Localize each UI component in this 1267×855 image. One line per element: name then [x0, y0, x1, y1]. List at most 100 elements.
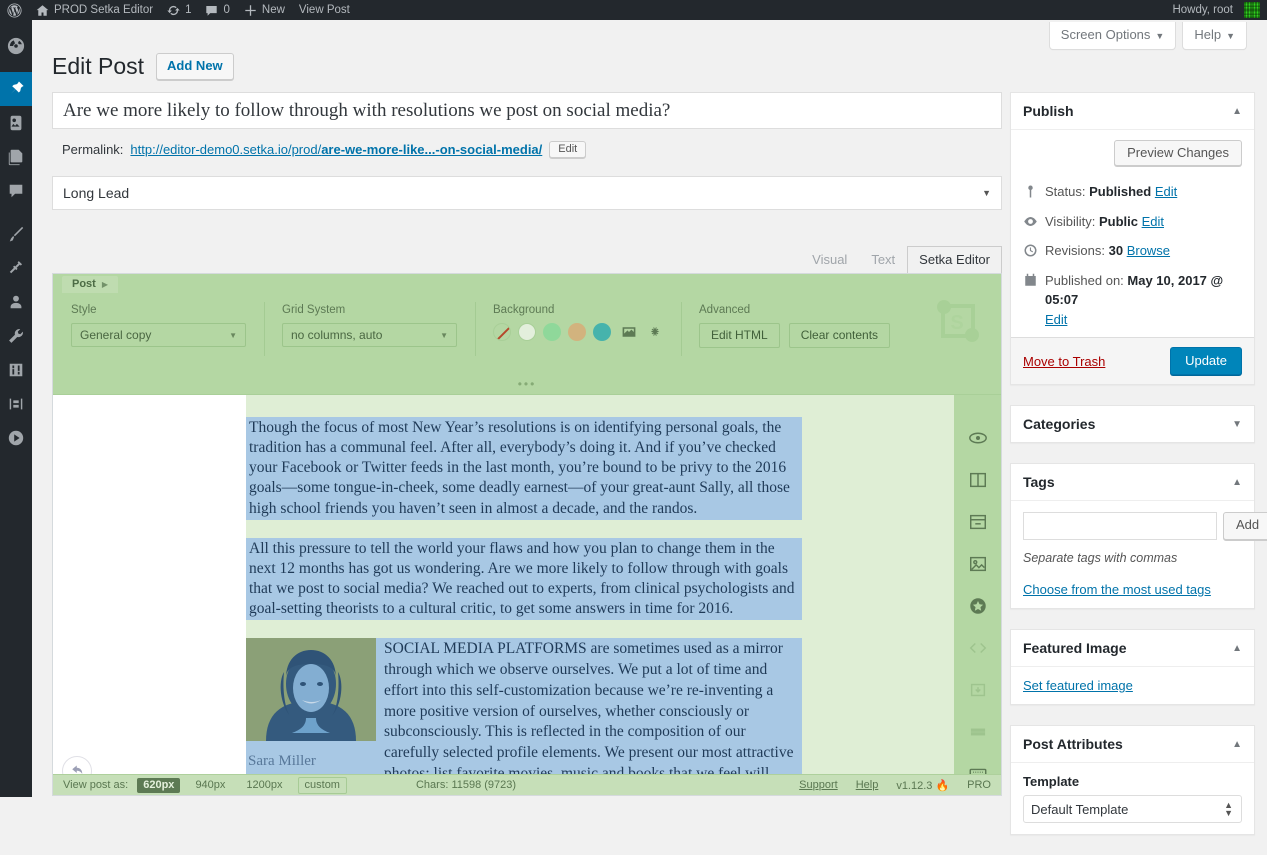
tags-box-header[interactable]: Tags ▲: [1011, 464, 1254, 501]
setka-toolbar: Post ▶ Style General copy ▼ Grid System …: [53, 274, 1001, 395]
sidebar-item-appearance[interactable]: [0, 217, 32, 251]
sidebar-item-settings[interactable]: [0, 353, 32, 387]
download-icon[interactable]: [967, 679, 989, 701]
card-icon[interactable]: [967, 511, 989, 533]
publish-box-header[interactable]: Publish ▲: [1011, 93, 1254, 130]
paragraph-2[interactable]: All this pressure to tell the world your…: [246, 537, 802, 621]
figure-and-text-block[interactable]: Sara Miller SOCIAL MEDIA PLATFORMS are s…: [246, 638, 802, 795]
post-attributes-box-header[interactable]: Post Attributes ▲: [1011, 726, 1254, 763]
toolbar-drag-handle[interactable]: •••: [518, 377, 537, 391]
post-content[interactable]: Though the focus of most New Year’s reso…: [246, 395, 802, 795]
setka-background-group: Background: [475, 302, 681, 356]
swatch-teal[interactable]: [593, 323, 611, 341]
sidebar-item-tools[interactable]: [0, 319, 32, 353]
status-bar-right: Support Help v1.12.3 🔥 PRO: [799, 779, 991, 792]
categories-box-header[interactable]: Categories ▼: [1011, 406, 1254, 442]
tab-visual[interactable]: Visual: [800, 246, 859, 275]
chevron-right-icon: ▶: [101, 279, 108, 289]
setka-tab-post[interactable]: Post ▶: [62, 276, 118, 293]
support-link[interactable]: Support: [799, 779, 838, 791]
sidebar-item-comments[interactable]: [0, 174, 32, 208]
setka-style-group: Style General copy ▼: [53, 304, 264, 347]
chevron-up-icon[interactable]: ▲: [1232, 477, 1242, 488]
sidebar-item-plugins[interactable]: [0, 251, 32, 285]
screen-options-button[interactable]: Screen Options ▼: [1048, 22, 1177, 50]
image-icon[interactable]: [967, 553, 989, 575]
sidebar-item-media[interactable]: [0, 106, 32, 140]
sidebar-item-users[interactable]: [0, 285, 32, 319]
chevron-down-icon[interactable]: ▼: [1232, 419, 1242, 430]
star-icon[interactable]: [967, 595, 989, 617]
permalink-edit-button[interactable]: Edit: [549, 140, 587, 158]
tag-input[interactable]: [1023, 512, 1217, 540]
paragraph-1[interactable]: Though the focus of most New Year’s reso…: [246, 417, 802, 520]
view-post-link[interactable]: View Post: [292, 0, 357, 20]
background-settings-icon[interactable]: [647, 324, 663, 340]
code-icon[interactable]: [967, 637, 989, 659]
swatch-green[interactable]: [543, 323, 561, 341]
viewport-custom[interactable]: custom: [297, 776, 347, 794]
tab-text[interactable]: Text: [859, 246, 907, 275]
publish-minor-actions: Preview Changes Status: Published Edit V…: [1011, 130, 1254, 337]
viewport-620[interactable]: 620px: [137, 777, 181, 793]
sidebar-item-dashboard[interactable]: [0, 29, 32, 63]
visibility-edit-link[interactable]: Edit: [1142, 214, 1164, 229]
sidebar-item-posts[interactable]: [0, 72, 40, 106]
status-value: Published: [1089, 184, 1152, 199]
published-on-edit-link[interactable]: Edit: [1045, 312, 1067, 327]
background-image-icon[interactable]: [621, 324, 637, 340]
sidebar-item-setka-editor[interactable]: [0, 387, 32, 421]
swatch-white[interactable]: [518, 323, 536, 341]
help-link[interactable]: Help: [856, 779, 879, 791]
columns-icon[interactable]: [967, 469, 989, 491]
setka-grid-group: Grid System no columns, auto ▼: [264, 302, 475, 356]
set-featured-image-link[interactable]: Set featured image: [1023, 678, 1133, 693]
clock-icon: [1024, 244, 1037, 257]
lead-type-select[interactable]: Long Lead ▼: [52, 176, 1002, 210]
add-tag-button[interactable]: Add: [1223, 512, 1267, 540]
grid-select[interactable]: no columns, auto ▼: [282, 323, 457, 347]
permalink-label: Permalink:: [62, 141, 124, 157]
update-icon: [167, 5, 180, 15]
chevron-up-icon[interactable]: ▲: [1232, 106, 1242, 117]
permalink-slug: are-we-more-like...-on-social-media/: [321, 141, 543, 157]
view-post-as-label: View post as:: [63, 779, 129, 791]
edit-html-button[interactable]: Edit HTML: [699, 323, 780, 348]
wordpress-logo-menu[interactable]: [0, 0, 29, 20]
site-name-menu[interactable]: PROD Setka Editor: [29, 0, 160, 20]
new-content-menu[interactable]: New: [237, 0, 292, 20]
viewport-1200[interactable]: 1200px: [240, 778, 288, 793]
my-account-menu[interactable]: Howdy, root: [1165, 0, 1267, 20]
chevron-up-icon[interactable]: ▲: [1232, 643, 1242, 654]
help-button[interactable]: Help ▼: [1182, 22, 1247, 50]
sidebar-item-pages[interactable]: [0, 140, 32, 174]
move-to-trash-link[interactable]: Move to Trash: [1023, 354, 1105, 369]
swatch-none[interactable]: [493, 323, 511, 341]
comments-menu[interactable]: 0: [198, 0, 236, 20]
paragraph-3[interactable]: SOCIAL MEDIA PLATFORMS are sometimes use…: [376, 638, 802, 795]
swatch-tan[interactable]: [568, 323, 586, 341]
clear-contents-button[interactable]: Clear contents: [788, 323, 891, 348]
template-select[interactable]: Default Template ▲ ▼: [1023, 795, 1242, 823]
update-button[interactable]: Update: [1170, 347, 1242, 375]
updates-menu[interactable]: 1: [160, 0, 198, 20]
revisions-browse-link[interactable]: Browse: [1127, 243, 1170, 258]
add-new-button[interactable]: Add New: [156, 52, 234, 81]
preview-changes-button[interactable]: Preview Changes: [1114, 140, 1242, 166]
post-title-input[interactable]: [52, 92, 1002, 129]
figure[interactable]: Sara Miller: [246, 638, 376, 795]
tab-setka-editor[interactable]: Setka Editor: [907, 246, 1002, 275]
title-field-wrap: [52, 92, 1002, 129]
style-select[interactable]: General copy ▼: [71, 323, 246, 347]
preview-eye-icon[interactable]: [967, 427, 989, 449]
featured-image-box-header[interactable]: Featured Image ▲: [1011, 630, 1254, 667]
status-edit-link[interactable]: Edit: [1155, 184, 1177, 199]
chevron-up-icon[interactable]: ▲: [1232, 739, 1242, 750]
portrait-image[interactable]: [246, 638, 376, 742]
permalink-link[interactable]: http://editor-demo0.setka.io/prod/are-we…: [130, 142, 542, 157]
lines-icon[interactable]: [967, 721, 989, 743]
categories-box-title: Categories: [1023, 416, 1096, 432]
choose-most-used-tags-link[interactable]: Choose from the most used tags: [1023, 582, 1242, 597]
sidebar-item-media-player[interactable]: [0, 421, 32, 455]
viewport-940[interactable]: 940px: [189, 778, 231, 793]
